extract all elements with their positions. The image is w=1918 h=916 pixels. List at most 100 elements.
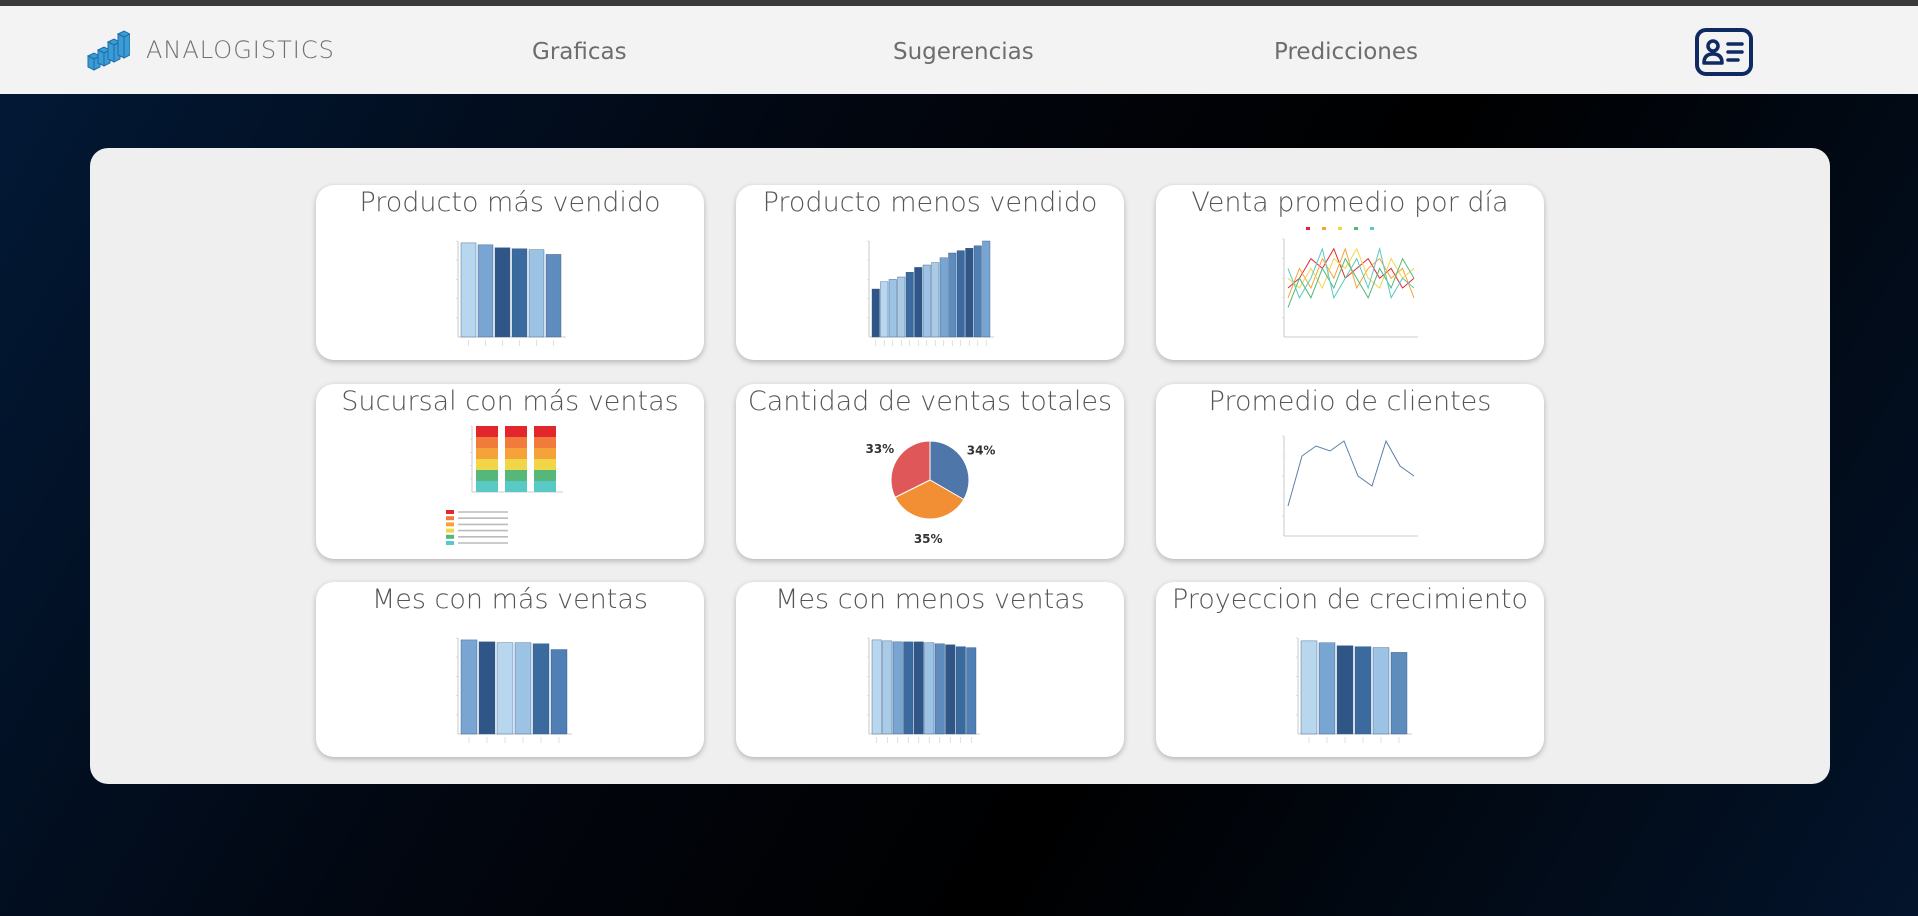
stacked-bar-segment bbox=[534, 481, 556, 492]
stacked-bar-segment bbox=[534, 470, 556, 481]
bar bbox=[955, 646, 966, 735]
bar bbox=[460, 242, 477, 338]
legend-swatch bbox=[446, 522, 454, 527]
card-cantidad-de-ventas-totales[interactable]: Cantidad de ventas totales 34% 35% 33% bbox=[736, 384, 1124, 559]
bar bbox=[956, 250, 965, 338]
bar bbox=[1336, 645, 1354, 735]
bar bbox=[982, 240, 991, 338]
bar bbox=[460, 639, 478, 735]
bar bbox=[905, 272, 914, 338]
card-title: Venta promedio por día bbox=[1191, 187, 1509, 218]
card-producto-menos-vendido[interactable]: Producto menos vendido bbox=[736, 185, 1124, 360]
chart-venta-promedio-por-dia bbox=[1282, 227, 1418, 338]
bar bbox=[1390, 652, 1408, 735]
legend-swatch bbox=[446, 541, 454, 545]
bar bbox=[532, 643, 550, 735]
card-venta-promedio-por-dia[interactable]: Venta promedio por día bbox=[1156, 185, 1544, 360]
bar-chart-cubes-icon bbox=[86, 30, 130, 71]
legend-swatch bbox=[1322, 227, 1326, 230]
navbar: ANALOGISTICS Graficas Sugerencias Predic… bbox=[0, 6, 1918, 94]
id-card-icon[interactable] bbox=[1694, 27, 1754, 77]
pie-label: 34% bbox=[967, 444, 996, 458]
brand[interactable]: ANALOGISTICS bbox=[86, 28, 335, 72]
legend-swatch bbox=[1306, 227, 1310, 230]
bar bbox=[892, 641, 903, 735]
card-mes-con-menos-ventas[interactable]: Mes con menos ventas bbox=[736, 582, 1124, 757]
card-title: Cantidad de ventas totales bbox=[747, 386, 1113, 417]
chart-producto-mas-vendido bbox=[456, 240, 566, 346]
bar bbox=[913, 641, 924, 735]
legend-swatch bbox=[1370, 227, 1374, 230]
card-title: Sucursal con más ventas bbox=[341, 386, 679, 417]
bar bbox=[514, 642, 532, 735]
bar bbox=[914, 267, 923, 338]
legend-swatch bbox=[446, 516, 454, 521]
chart-cantidad-de-ventas-totales: 34% 35% 33% bbox=[865, 440, 996, 546]
pie-label: 33% bbox=[865, 442, 894, 456]
charts-panel: Producto más vendido Producto menos vend… bbox=[90, 148, 1830, 784]
chart-proyeccion-de-crecimiento bbox=[1296, 637, 1412, 743]
legend-swatch bbox=[446, 534, 454, 539]
stacked-bar-segment bbox=[505, 459, 527, 470]
bar bbox=[871, 639, 882, 735]
nav-graficas[interactable]: Graficas bbox=[532, 39, 627, 65]
legend-swatch bbox=[1338, 227, 1342, 230]
card-promedio-de-clientes[interactable]: Promedio de clientes bbox=[1156, 384, 1544, 559]
bar bbox=[528, 249, 545, 338]
card-title: Producto menos vendido bbox=[762, 187, 1098, 218]
bar bbox=[897, 276, 906, 338]
card-title: Mes con menos ventas bbox=[775, 584, 1085, 615]
bar bbox=[478, 641, 496, 735]
chart-producto-menos-vendido bbox=[867, 240, 994, 346]
card-mes-con-mas-ventas[interactable]: Mes con más ventas bbox=[316, 582, 704, 757]
bar bbox=[1354, 646, 1372, 735]
stacked-bar-segment bbox=[534, 448, 556, 459]
legend-swatch bbox=[446, 528, 454, 533]
card-title: Mes con más ventas bbox=[371, 584, 648, 615]
chart-mes-con-mas-ventas bbox=[456, 637, 572, 743]
stacked-bar-segment bbox=[534, 459, 556, 470]
bar bbox=[496, 642, 514, 735]
bar bbox=[1300, 640, 1318, 735]
bar bbox=[931, 262, 940, 338]
bar bbox=[880, 281, 889, 338]
bar bbox=[882, 640, 893, 735]
bar bbox=[934, 643, 945, 735]
nav-sugerencias[interactable]: Sugerencias bbox=[893, 39, 1034, 65]
chart-mes-con-menos-ventas bbox=[867, 637, 980, 743]
bar bbox=[948, 252, 957, 338]
stacked-bar-segment bbox=[476, 437, 498, 448]
bar bbox=[945, 644, 956, 735]
bar bbox=[924, 642, 935, 735]
stacked-bar-segment bbox=[534, 437, 556, 448]
nav-predicciones[interactable]: Predicciones bbox=[1274, 39, 1418, 65]
stacked-bar-segment bbox=[476, 470, 498, 481]
series-line bbox=[1287, 439, 1415, 507]
stacked-bar-segment bbox=[476, 481, 498, 492]
stacked-bar-segment bbox=[476, 459, 498, 470]
legend-swatch bbox=[1354, 227, 1358, 230]
stacked-bar-segment bbox=[505, 437, 527, 448]
bar bbox=[973, 245, 982, 338]
bar bbox=[922, 264, 931, 338]
legend-swatch bbox=[446, 510, 454, 514]
bar bbox=[1318, 642, 1336, 735]
bar bbox=[888, 279, 897, 338]
card-title: Proyeccion de crecimiento bbox=[1171, 584, 1529, 615]
bar bbox=[511, 248, 528, 338]
card-sucursal-con-mas-ventas[interactable]: Sucursal con más ventas bbox=[316, 384, 704, 559]
chart-sucursal-con-mas-ventas bbox=[446, 425, 563, 545]
bar bbox=[1372, 647, 1390, 735]
bar bbox=[477, 244, 494, 338]
stacked-bar-segment bbox=[505, 448, 527, 459]
bar bbox=[939, 257, 948, 338]
stacked-bar-segment bbox=[505, 481, 527, 492]
stacked-bar-segment bbox=[534, 426, 556, 437]
chart-promedio-de-clientes bbox=[1282, 435, 1418, 537]
card-producto-mas-vendido[interactable]: Producto más vendido bbox=[316, 185, 704, 360]
bar bbox=[966, 647, 977, 735]
bar bbox=[965, 248, 974, 338]
card-proyeccion-de-crecimiento[interactable]: Proyeccion de crecimiento bbox=[1156, 582, 1544, 757]
bar bbox=[903, 641, 914, 735]
pie-label: 35% bbox=[914, 532, 943, 546]
